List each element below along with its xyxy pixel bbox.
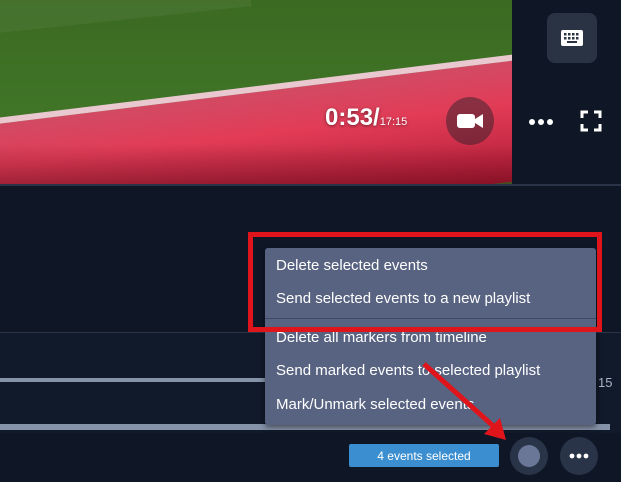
more-options-button[interactable] — [526, 108, 556, 136]
timeline-label: 15 — [598, 375, 613, 390]
fullscreen-button[interactable] — [578, 108, 604, 134]
panel-divider — [0, 184, 621, 186]
context-menu: Delete selected events Send selected eve… — [265, 248, 596, 425]
menu-item-delete-selected-events[interactable]: Delete selected events — [276, 257, 428, 274]
camera-button[interactable] — [446, 97, 494, 145]
video-frame-detail — [0, 0, 252, 34]
menu-separator — [265, 318, 596, 319]
fullscreen-icon — [580, 110, 602, 132]
video-frame-detail — [0, 144, 512, 184]
keyboard-icon — [561, 30, 583, 46]
total-time: 17:15 — [379, 116, 408, 128]
video-player[interactable] — [0, 0, 512, 184]
events-more-options-button[interactable] — [560, 437, 598, 475]
circle-icon — [518, 445, 540, 467]
video-camera-icon — [457, 114, 483, 128]
time-separator: / — [373, 104, 380, 131]
keyboard-button[interactable] — [547, 13, 597, 63]
menu-item-mark-unmark-events[interactable]: Mark/Unmark selected events — [276, 396, 474, 413]
events-selected-badge: 4 events selected — [349, 444, 499, 467]
menu-item-send-to-new-playlist[interactable]: Send selected events to a new playlist — [276, 290, 530, 307]
menu-item-send-marked-to-playlist[interactable]: Send marked events to selected playlist — [276, 362, 540, 379]
timeline-track[interactable] — [0, 378, 290, 382]
selection-toggle-button[interactable] — [510, 437, 548, 475]
current-time: 0:53 — [325, 104, 374, 131]
more-horizontal-icon — [529, 119, 553, 125]
menu-item-delete-all-markers[interactable]: Delete all markers from timeline — [276, 329, 487, 346]
more-horizontal-icon — [569, 453, 589, 459]
video-timecode: 0:53/17:15 — [325, 104, 407, 132]
